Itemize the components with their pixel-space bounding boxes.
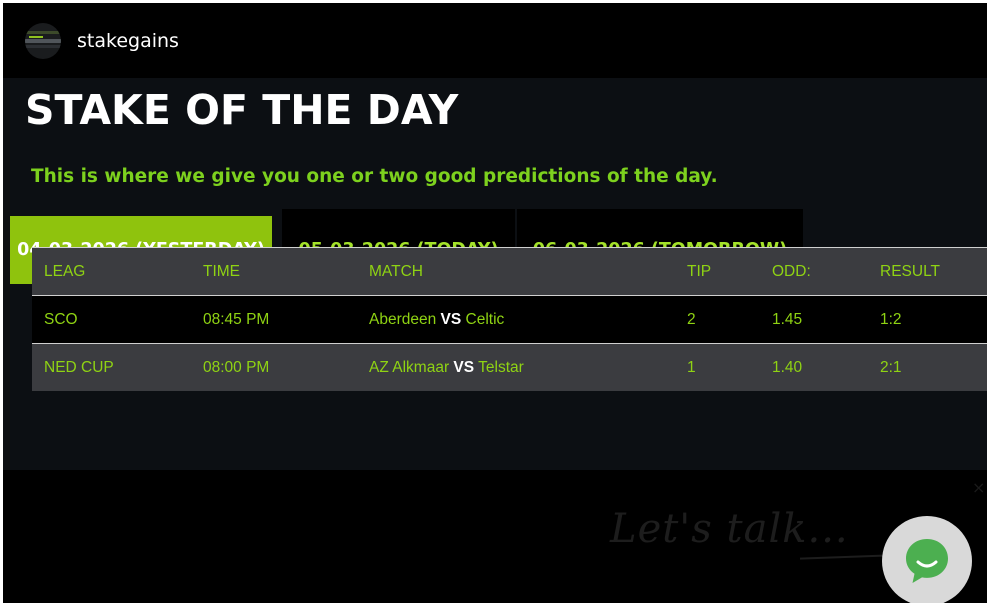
tip-cell: 1 — [687, 359, 696, 376]
league-cell: SCO — [44, 311, 78, 328]
logo-stripe — [25, 45, 61, 48]
odd-cell: 1.40 — [772, 359, 803, 376]
top-bar: stakegains — [3, 3, 987, 78]
result-cell: 1:2 — [880, 311, 902, 328]
column-header-match: MATCH — [369, 263, 423, 280]
result-cell: 2:1 — [880, 359, 902, 376]
column-header-result: RESULT — [880, 263, 941, 280]
table-header-row: LEAG TIME MATCH TIP ODD: RESULT — [32, 247, 987, 295]
table-row: NED CUP 08:00 PM AZ Alkmaar VS Telstar 1… — [32, 343, 987, 391]
logo-stripe — [29, 36, 43, 38]
column-header-odd: ODD: — [772, 263, 811, 280]
column-header-tip: TIP — [687, 263, 712, 280]
table-row: SCO 08:45 PM Aberdeen VS Celtic 2 1.45 1… — [32, 295, 987, 343]
match-cell: AZ Alkmaar VS Telstar — [369, 344, 524, 392]
match-cell: Aberdeen VS Celtic — [369, 296, 504, 344]
versus-label: VS — [453, 359, 475, 376]
tip-cell: 2 — [687, 311, 696, 328]
versus-label: VS — [440, 311, 462, 328]
chat-caption: Let's talk... — [610, 506, 849, 552]
home-team: AZ Alkmaar — [369, 359, 450, 376]
page-title: STAKE OF THE DAY — [25, 86, 459, 134]
time-cell: 08:45 PM — [203, 311, 270, 328]
logo-stripe — [25, 31, 61, 34]
away-team: Telstar — [478, 359, 524, 376]
away-team: Celtic — [465, 311, 505, 328]
time-cell: 08:00 PM — [203, 359, 270, 376]
home-team: Aberdeen — [369, 311, 437, 328]
predictions-table: LEAG TIME MATCH TIP ODD: RESULT SCO 08:4… — [32, 247, 987, 391]
odd-cell: 1.45 — [772, 311, 803, 328]
site-logo-icon[interactable] — [25, 23, 61, 59]
page-subtitle: This is where we give you one or two goo… — [31, 166, 718, 187]
brand-name[interactable]: stakegains — [77, 30, 179, 52]
chat-button[interactable] — [882, 516, 972, 603]
column-header-league: LEAG — [44, 263, 86, 280]
league-cell: NED CUP — [44, 359, 114, 376]
chat-bubble-icon — [906, 539, 948, 583]
logo-stripe — [25, 39, 61, 43]
close-icon[interactable]: × — [972, 478, 985, 497]
column-header-time: TIME — [203, 263, 241, 280]
